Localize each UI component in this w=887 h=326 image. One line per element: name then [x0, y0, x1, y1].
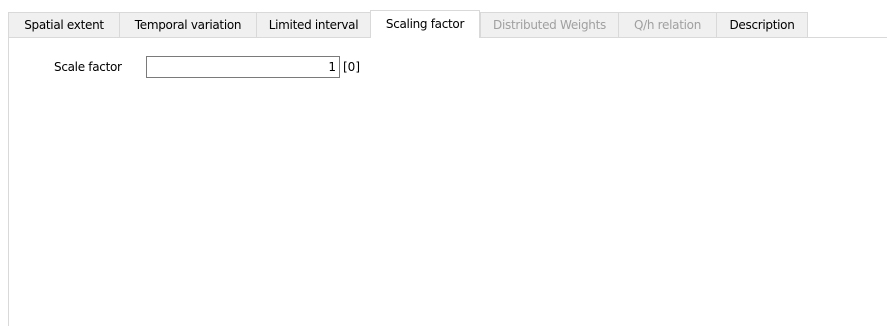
scale-factor-label: Scale factor	[54, 60, 122, 74]
tab-strip: Spatial extent Temporal variation Limite…	[8, 10, 887, 38]
tab-temporal-variation[interactable]: Temporal variation	[119, 12, 257, 37]
tab-qh-relation: Q/h relation	[618, 12, 717, 37]
scale-factor-unit: [0]	[343, 60, 360, 74]
window-content: Spatial extent Temporal variation Limite…	[0, 0, 887, 326]
tab-limited-interval[interactable]: Limited interval	[256, 12, 371, 37]
tab-spatial-extent[interactable]: Spatial extent	[8, 12, 120, 37]
scaling-factor-panel: Scale factor [0]	[8, 38, 887, 326]
tab-scaling-factor[interactable]: Scaling factor	[370, 10, 480, 38]
tab-distributed-weights: Distributed Weights	[480, 12, 619, 37]
tab-description[interactable]: Description	[716, 12, 808, 37]
scale-factor-input[interactable]	[146, 56, 340, 78]
